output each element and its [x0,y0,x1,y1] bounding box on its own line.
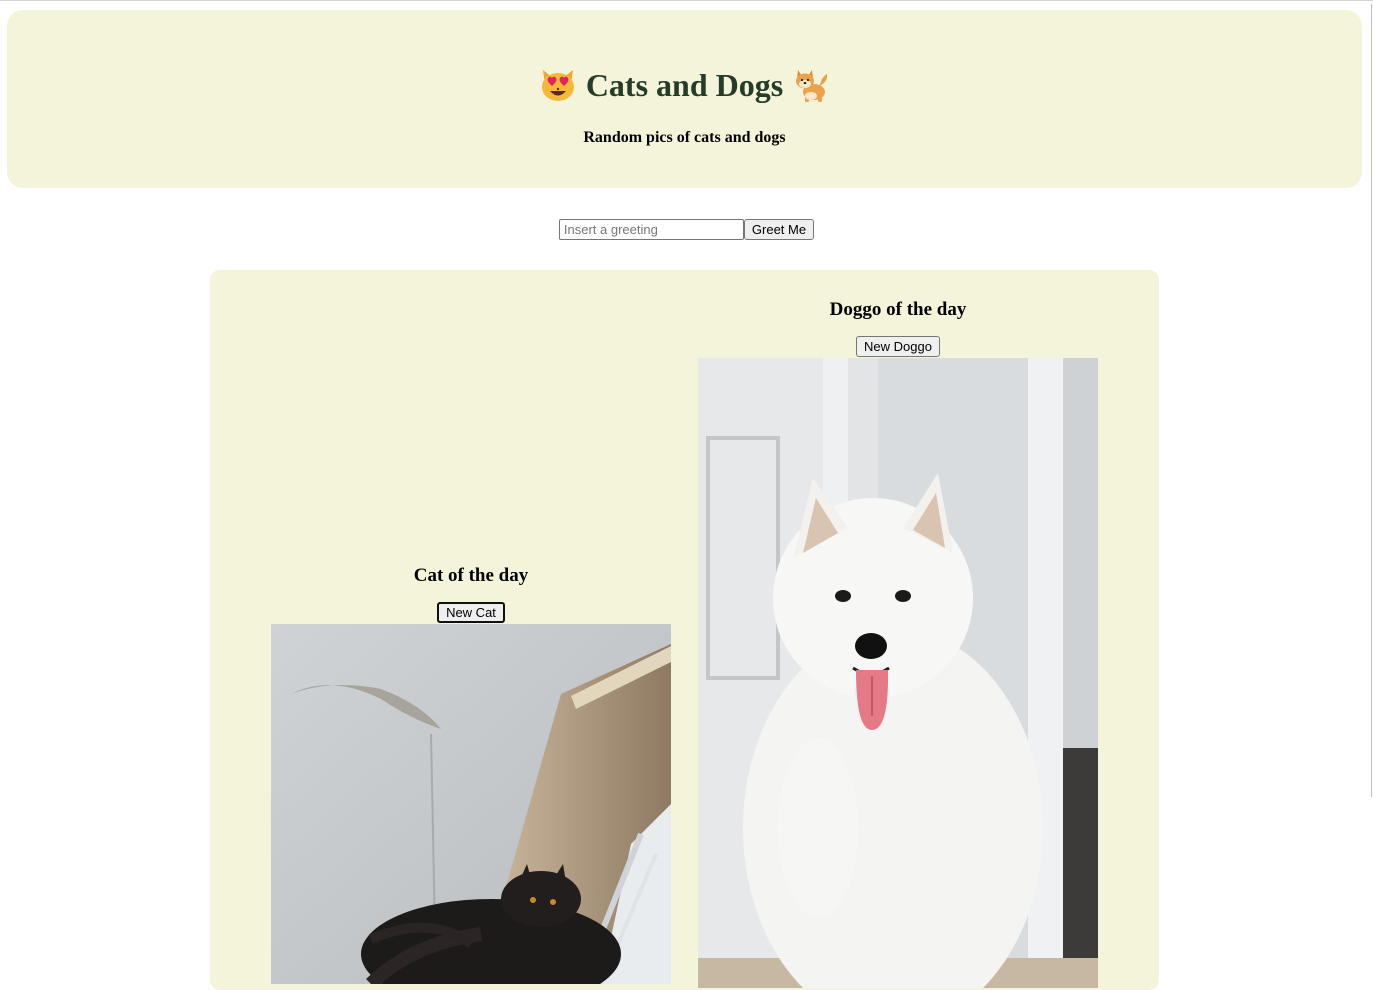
dog-photo [698,358,1098,988]
cat-heading: Cat of the day [413,565,529,586]
new-doggo-button[interactable]: New Doggo [856,336,940,357]
greet-me-button[interactable]: Greet Me [743,219,815,240]
cat-photo [271,624,671,984]
page-subtitle: Random pics of cats and dogs [583,129,786,146]
greeting-input[interactable] [558,219,744,240]
dog-heading: Doggo of the day [829,299,967,320]
heart-eyes-cat-icon [539,66,577,104]
new-cat-button[interactable]: New Cat [437,602,505,623]
cat-column: Cat of the day New Cat [271,564,671,984]
site-header: Cats and Dogs Random pics of cats and do… [7,10,1362,188]
shiba-dog-icon [792,66,830,104]
pets-panel: Cat of the day New Cat Doggo of the day … [210,270,1159,990]
scrollbar-thumb[interactable] [1371,4,1372,797]
page-title-text: Cats and Dogs [585,67,784,103]
page-title: Cats and Dogs [7,65,1362,105]
scrollbar[interactable] [1369,0,1373,977]
dog-column: Doggo of the day New Doggo [698,298,1098,988]
top-border [0,0,1373,4]
greeting-form: Greet Me [0,219,1373,240]
